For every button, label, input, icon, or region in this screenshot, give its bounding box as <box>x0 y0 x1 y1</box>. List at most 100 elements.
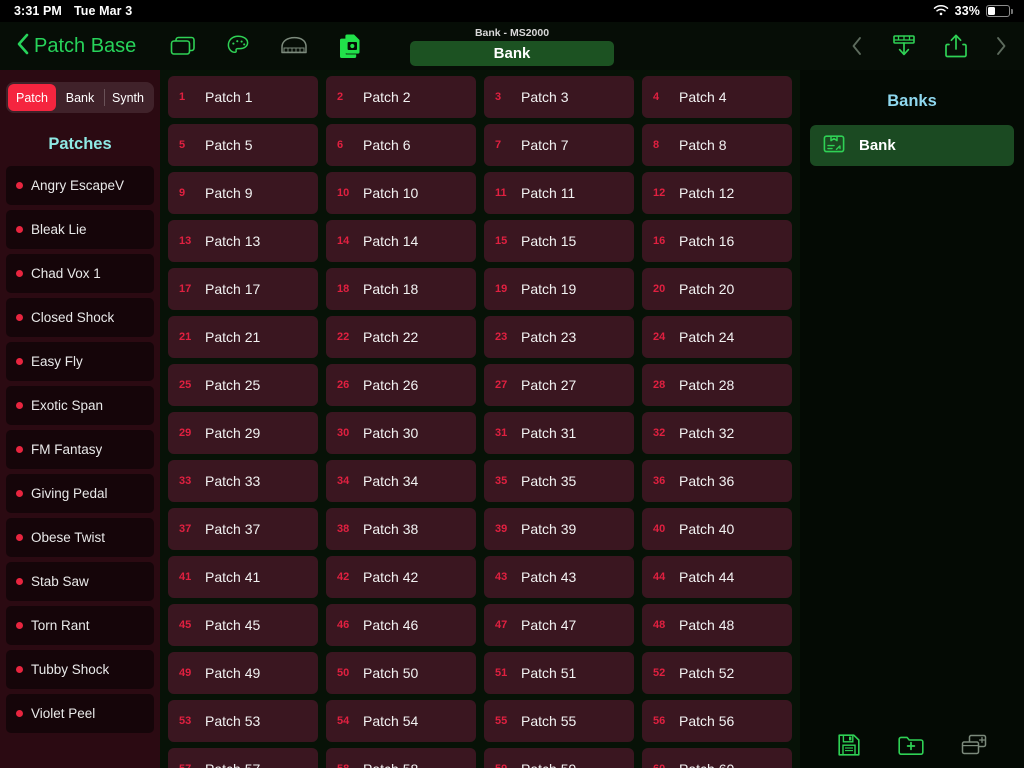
patch-cell[interactable]: 6 Patch 6 <box>326 124 476 166</box>
patch-cell-label: Patch 60 <box>679 761 734 768</box>
patch-cell[interactable]: 60 Patch 60 <box>642 748 792 768</box>
patch-cell[interactable]: 28 Patch 28 <box>642 364 792 406</box>
patch-cell[interactable]: 34 Patch 34 <box>326 460 476 502</box>
patch-cell[interactable]: 24 Patch 24 <box>642 316 792 358</box>
list-item[interactable]: Violet Peel <box>6 694 154 733</box>
patch-cell[interactable]: 15 Patch 15 <box>484 220 634 262</box>
patch-cell[interactable]: 4 Patch 4 <box>642 76 792 118</box>
new-folder-icon[interactable] <box>897 733 925 757</box>
patch-grid: 1 Patch 1 2 Patch 2 3 Patch 3 4 Patch 4 5 Patch 5… <box>168 76 792 768</box>
patch-cell[interactable]: 57 Patch 57 <box>168 748 318 768</box>
back-button[interactable]: Patch Base <box>16 32 136 61</box>
patch-cell[interactable]: 23 Patch 23 <box>484 316 634 358</box>
window-icon[interactable] <box>170 35 196 57</box>
patch-cell[interactable]: 37 Patch 37 <box>168 508 318 550</box>
patch-cell[interactable]: 58 Patch 58 <box>326 748 476 768</box>
list-item-label: Chad Vox 1 <box>31 266 101 281</box>
patch-cell[interactable]: 41 Patch 41 <box>168 556 318 598</box>
patch-cell[interactable]: 1 Patch 1 <box>168 76 318 118</box>
list-item[interactable]: Exotic Span <box>6 386 154 425</box>
patch-cell[interactable]: 26 Patch 26 <box>326 364 476 406</box>
segment-synth[interactable]: Synth <box>104 84 152 111</box>
patch-cell[interactable]: 45 Patch 45 <box>168 604 318 646</box>
segment-patch[interactable]: Patch <box>8 84 56 111</box>
patch-cell[interactable]: 21 Patch 21 <box>168 316 318 358</box>
list-item[interactable]: Bleak Lie <box>6 210 154 249</box>
patch-cell[interactable]: 51 Patch 51 <box>484 652 634 694</box>
download-bank-icon[interactable] <box>890 33 918 59</box>
patch-cell[interactable]: 2 Patch 2 <box>326 76 476 118</box>
list-item-label: Exotic Span <box>31 398 104 413</box>
status-dot-icon <box>16 446 23 453</box>
patch-cell[interactable]: 42 Patch 42 <box>326 556 476 598</box>
patch-cell[interactable]: 7 Patch 7 <box>484 124 634 166</box>
patch-cell[interactable]: 38 Patch 38 <box>326 508 476 550</box>
patch-cell[interactable]: 18 Patch 18 <box>326 268 476 310</box>
list-item[interactable]: Torn Rant <box>6 606 154 645</box>
patch-cell[interactable]: 25 Patch 25 <box>168 364 318 406</box>
patch-cell[interactable]: 39 Patch 39 <box>484 508 634 550</box>
chevron-left-nav-icon[interactable] <box>850 34 864 58</box>
status-dot-icon <box>16 666 23 673</box>
patch-cell[interactable]: 3 Patch 3 <box>484 76 634 118</box>
patch-cell[interactable]: 53 Patch 53 <box>168 700 318 742</box>
patch-cell[interactable]: 13 Patch 13 <box>168 220 318 262</box>
patch-cell-label: Patch 59 <box>521 761 576 768</box>
documents-icon[interactable] <box>338 33 362 59</box>
list-item[interactable]: Tubby Shock <box>6 650 154 689</box>
patch-cell[interactable]: 31 Patch 31 <box>484 412 634 454</box>
palette-icon[interactable] <box>226 34 250 58</box>
patch-cell[interactable]: 9 Patch 9 <box>168 172 318 214</box>
patch-cell[interactable]: 22 Patch 22 <box>326 316 476 358</box>
patch-cell[interactable]: 33 Patch 33 <box>168 460 318 502</box>
list-item[interactable]: Stab Saw <box>6 562 154 601</box>
status-dot-icon <box>16 226 23 233</box>
save-icon[interactable] <box>836 732 862 758</box>
patch-cell[interactable]: 30 Patch 30 <box>326 412 476 454</box>
patch-cell[interactable]: 46 Patch 46 <box>326 604 476 646</box>
patch-cell[interactable]: 43 Patch 43 <box>484 556 634 598</box>
patch-cell[interactable]: 48 Patch 48 <box>642 604 792 646</box>
piano-icon[interactable] <box>280 35 308 57</box>
patch-cell[interactable]: 52 Patch 52 <box>642 652 792 694</box>
patch-cell[interactable]: 27 Patch 27 <box>484 364 634 406</box>
patch-cell[interactable]: 36 Patch 36 <box>642 460 792 502</box>
patch-cell[interactable]: 32 Patch 32 <box>642 412 792 454</box>
patch-cell[interactable]: 40 Patch 40 <box>642 508 792 550</box>
patch-cell[interactable]: 54 Patch 54 <box>326 700 476 742</box>
chevron-right-nav-icon[interactable] <box>994 34 1008 58</box>
patch-cell[interactable]: 12 Patch 12 <box>642 172 792 214</box>
patch-cell[interactable]: 47 Patch 47 <box>484 604 634 646</box>
patch-cell[interactable]: 5 Patch 5 <box>168 124 318 166</box>
list-item[interactable]: Easy Fly <box>6 342 154 381</box>
list-item[interactable]: Closed Shock <box>6 298 154 337</box>
bank-title-button[interactable]: Bank <box>410 40 614 66</box>
list-item[interactable]: Giving Pedal <box>6 474 154 513</box>
patch-cell[interactable]: 17 Patch 17 <box>168 268 318 310</box>
segment-bank[interactable]: Bank <box>56 84 104 111</box>
patch-cell[interactable]: 10 Patch 10 <box>326 172 476 214</box>
list-item[interactable]: Angry EscapeV <box>6 166 154 205</box>
bank-list-item[interactable]: Bank <box>810 125 1014 166</box>
patch-cell[interactable]: 35 Patch 35 <box>484 460 634 502</box>
patch-cell[interactable]: 49 Patch 49 <box>168 652 318 694</box>
list-item[interactable]: FM Fantasy <box>6 430 154 469</box>
list-item[interactable]: Chad Vox 1 <box>6 254 154 293</box>
patch-cell[interactable]: 56 Patch 56 <box>642 700 792 742</box>
patch-cell[interactable]: 8 Patch 8 <box>642 124 792 166</box>
patch-cell-label: Patch 39 <box>521 521 577 537</box>
patch-cell[interactable]: 20 Patch 20 <box>642 268 792 310</box>
patch-cell[interactable]: 50 Patch 50 <box>326 652 476 694</box>
patch-cell[interactable]: 19 Patch 19 <box>484 268 634 310</box>
patch-cell[interactable]: 16 Patch 16 <box>642 220 792 262</box>
patch-cell[interactable]: 14 Patch 14 <box>326 220 476 262</box>
duplicate-window-icon[interactable] <box>960 733 988 757</box>
patch-cell[interactable]: 29 Patch 29 <box>168 412 318 454</box>
list-item[interactable]: Obese Twist <box>6 518 154 557</box>
patch-cell[interactable]: 44 Patch 44 <box>642 556 792 598</box>
patch-cell[interactable]: 55 Patch 55 <box>484 700 634 742</box>
patch-cell[interactable]: 11 Patch 11 <box>484 172 634 214</box>
patch-cell-label: Patch 53 <box>205 713 261 729</box>
patch-cell[interactable]: 59 Patch 59 <box>484 748 634 768</box>
share-icon[interactable] <box>944 33 968 59</box>
